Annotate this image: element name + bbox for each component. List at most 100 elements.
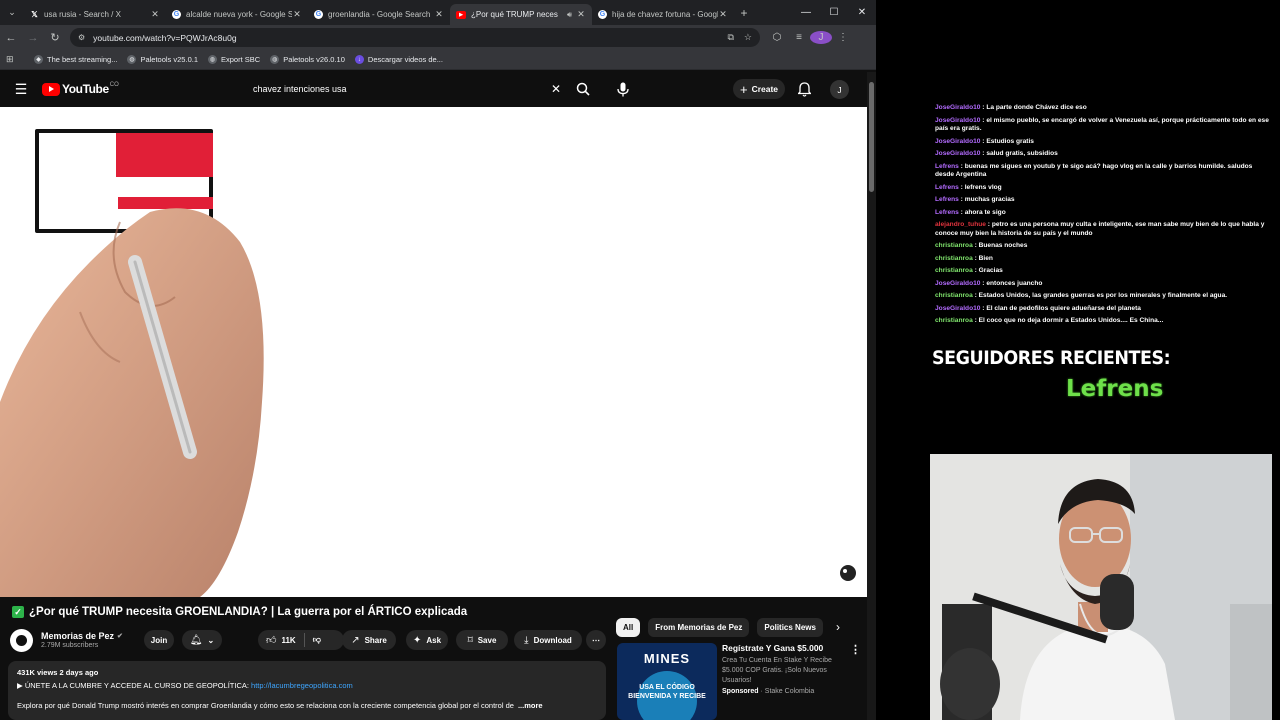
tab-3-active[interactable]: ▶ ¿Por qué TRUMP neces 🔊︎ ✕ xyxy=(450,4,592,25)
youtube-logo[interactable]: YouTube CO xyxy=(42,82,119,96)
notifications-button[interactable] xyxy=(794,79,814,99)
view-stats: 431K views 2 days ago xyxy=(17,668,99,677)
join-button[interactable]: Join xyxy=(144,630,174,650)
bookmark-item[interactable]: ◍ Export SBC xyxy=(208,55,260,64)
ad-title[interactable]: Regístrate Y Gana $5.000 xyxy=(722,643,842,653)
chip-all[interactable]: All xyxy=(616,617,641,637)
close-tab-icon[interactable]: ✕ xyxy=(292,9,302,20)
back-icon[interactable]: ← xyxy=(0,25,22,50)
tab-4[interactable]: G hija de chavez fortuna - Googl ✕ xyxy=(592,4,734,25)
window-controls: — ☐ ✕ xyxy=(792,0,876,25)
description-link[interactable]: http://lacumbregeopolitica.com xyxy=(251,681,353,690)
chat-text: salud gratis, subsidios xyxy=(986,150,1058,157)
download-button[interactable]: ⤓ Download xyxy=(514,630,582,650)
scrollbar-thumb[interactable] xyxy=(869,82,874,192)
install-app-icon[interactable]: ⧉ xyxy=(727,32,733,43)
reload-icon[interactable]: ↻ xyxy=(44,25,66,50)
new-tab-button[interactable]: + xyxy=(734,6,754,20)
channel-avatar[interactable] xyxy=(10,628,33,652)
site-info-icon[interactable]: ⚙ xyxy=(78,33,85,42)
bookmark-item[interactable]: ↓ Descargar videos de... xyxy=(354,55,443,64)
chevron-right-icon[interactable]: › xyxy=(836,620,840,634)
minimize-icon[interactable]: — xyxy=(792,0,820,25)
close-tab-icon[interactable]: ✕ xyxy=(150,9,160,20)
chat-username: JoseGiraldo10 xyxy=(935,150,981,157)
tab-title: alcalde nueva york - Google Se xyxy=(186,10,292,19)
chat-username: Lefrens xyxy=(935,208,959,216)
tab-strip: ⌄ 𝕏 usa rusia - Search / X ✕ G alcalde n… xyxy=(0,0,876,25)
tab-search-icon[interactable]: ⌄ xyxy=(0,0,24,25)
checkmark-icon: ✓ xyxy=(12,606,24,618)
browser-window: ⌄ 𝕏 usa rusia - Search / X ✕ G alcalde n… xyxy=(0,0,876,720)
address-bar[interactable]: ⚙ youtube.com/watch?v=PQWJrAc8u0g ⧉ ☆ xyxy=(70,28,760,47)
more-actions-button[interactable]: ⋯ xyxy=(586,630,606,650)
channel-row: Memorias de Pez ✔ 2.79M subscribers Join… xyxy=(10,627,610,653)
chat-username: christianroa xyxy=(935,254,973,262)
google-icon: G xyxy=(314,10,323,19)
like-button[interactable]: 👍︎ 11K xyxy=(266,634,296,646)
extensions-icon[interactable]: ⬡ xyxy=(766,32,788,43)
ad-thumb-tagline: USA EL CÓDIGO BIENVENIDA Y RECIBE xyxy=(628,684,706,700)
media-controls-icon[interactable]: ≡ xyxy=(788,32,810,43)
voice-search-button[interactable] xyxy=(610,77,636,101)
tab-2[interactable]: G groenlandia - Google Search ✕ xyxy=(308,4,450,25)
more-link[interactable]: ...more xyxy=(518,701,543,710)
create-button[interactable]: + Create xyxy=(733,79,785,99)
browser-toolbar: ← → ↻ ⚙ youtube.com/watch?v=PQWJrAc8u0g … xyxy=(0,25,876,50)
speaker-icon[interactable]: 🔊︎ xyxy=(567,10,572,20)
like-dislike-group: 👍︎ 11K 👎︎ xyxy=(258,630,344,650)
chat-username: christianroa xyxy=(935,242,973,249)
search-box[interactable]: chavez intenciones usa ✕ xyxy=(244,77,566,101)
drawing-hand-image xyxy=(0,208,264,597)
google-icon: G xyxy=(172,10,181,19)
search-input[interactable]: chavez intenciones usa xyxy=(244,84,546,94)
menu-icon[interactable]: ☰ xyxy=(0,81,42,98)
globe-icon: ◍ xyxy=(270,55,280,64)
tab-0[interactable]: 𝕏 usa rusia - Search / X ✕ xyxy=(24,4,166,25)
url-text: youtube.com/watch?v=PQWJrAc8u0g xyxy=(93,32,237,43)
apps-grid-icon[interactable]: ⊞ xyxy=(6,54,24,65)
plus-icon: + xyxy=(739,81,748,97)
chip-politics-news[interactable]: Politics News xyxy=(757,617,823,637)
maximize-icon[interactable]: ☐ xyxy=(820,0,848,25)
description-line-1-text: ▶ ÚNETE A LA CUMBRE Y ACCEDE AL CURSO DE… xyxy=(17,681,252,690)
dislike-button[interactable]: 👎︎ xyxy=(313,635,321,645)
chat-text: La parte donde Chávez dice eso xyxy=(986,104,1087,111)
clear-search-icon[interactable]: ✕ xyxy=(546,82,566,96)
verified-icon: ✔ xyxy=(117,633,123,640)
divider xyxy=(303,633,305,647)
save-button[interactable]: ⌑ Save xyxy=(456,630,508,650)
page-scrollbar[interactable] xyxy=(867,72,876,720)
close-window-icon[interactable]: ✕ xyxy=(848,0,876,25)
close-tab-icon[interactable]: ✕ xyxy=(576,9,586,20)
close-tab-icon[interactable]: ✕ xyxy=(718,9,728,20)
sponsored-ad[interactable]: MINES USA EL CÓDIGO BIENVENIDA Y RECIBE … xyxy=(617,643,861,720)
search-button[interactable] xyxy=(570,77,596,101)
profile-button[interactable]: J xyxy=(810,31,832,44)
channel-watermark-icon[interactable] xyxy=(838,563,858,583)
bookmark-star-icon[interactable]: ☆ xyxy=(744,32,752,43)
ask-label: Ask xyxy=(426,635,442,645)
ad-body: Regístrate Y Gana $5.000 Crea Tu Cuenta … xyxy=(722,643,842,720)
chip-from-channel[interactable]: From Memorias de Pez xyxy=(648,617,750,637)
video-player[interactable] xyxy=(0,107,867,597)
bookmark-item[interactable]: ◆ The best streaming... xyxy=(34,55,117,64)
tab-1[interactable]: G alcalde nueva york - Google Se ✕ xyxy=(166,4,308,25)
notification-bell-button[interactable]: 🔔︎ ⌄ xyxy=(182,630,222,650)
ad-menu-icon[interactable]: ⋮ xyxy=(850,643,861,656)
share-button[interactable]: ↗ Share xyxy=(342,630,396,650)
description-box[interactable]: 431K views 2 days ago ▶ ÚNETE A LA CUMBR… xyxy=(8,661,606,720)
channel-name-row[interactable]: Memorias de Pez ✔ xyxy=(41,631,123,641)
ad-thumbnail[interactable]: MINES USA EL CÓDIGO BIENVENIDA Y RECIBE xyxy=(617,643,717,720)
bookmark-item[interactable]: ◍ Paletools v26.0.10 xyxy=(270,55,345,64)
webcam-feed xyxy=(930,454,1272,720)
bookmark-item[interactable]: ◍ Paletools v25.0.1 xyxy=(127,55,198,64)
account-avatar[interactable]: J xyxy=(830,80,849,99)
ad-sponsor-line: Sponsored · Stake Colombia xyxy=(722,688,815,695)
bookmark-label: The best streaming... xyxy=(47,55,118,64)
close-tab-icon[interactable]: ✕ xyxy=(434,9,444,20)
sponsored-label: Sponsored xyxy=(722,688,759,695)
browser-menu-icon[interactable]: ⋮ xyxy=(832,32,854,43)
forward-icon[interactable]: → xyxy=(22,25,44,50)
ask-button[interactable]: ✦ Ask xyxy=(406,630,448,650)
